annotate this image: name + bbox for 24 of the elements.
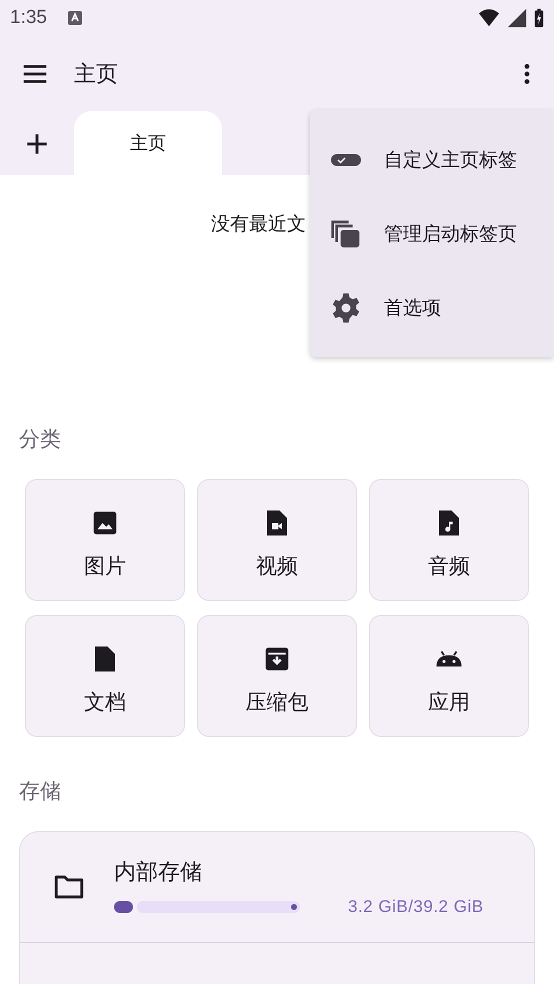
status-time: 1:35: [10, 7, 47, 29]
storage-item[interactable]: 内部存储 3.2 GiB/39.2 GiB: [20, 832, 534, 942]
category-card[interactable]: 压缩包: [197, 615, 357, 737]
category-card[interactable]: 文档: [25, 615, 185, 737]
empty-message: 没有最近文: [211, 213, 306, 235]
keyboard-icon: [66, 10, 83, 26]
menu-item[interactable]: 首选项: [310, 270, 554, 344]
menu-item[interactable]: 自定义主页标签: [310, 122, 554, 196]
section-title: 存储: [19, 778, 62, 805]
app-title: 主页: [74, 61, 118, 89]
menu-item[interactable]: 管理启动标签页: [310, 196, 554, 270]
category-card[interactable]: 应用: [369, 615, 529, 737]
category-card[interactable]: 图片: [25, 479, 185, 601]
tab[interactable]: 主页: [74, 111, 222, 175]
signal-icon: [506, 7, 528, 29]
settings-icon: [330, 292, 362, 324]
storage-usage: 3.2 GiB/39.2 GiB: [348, 897, 484, 917]
category-card[interactable]: 音频: [369, 479, 529, 601]
section-title: 分类: [19, 426, 62, 453]
category-card[interactable]: 视频: [197, 479, 357, 601]
battery-icon: [534, 7, 544, 29]
stacked-squares-icon: [330, 218, 362, 250]
wifi-icon: [478, 7, 500, 29]
storage-name: 内部存储: [114, 859, 203, 887]
